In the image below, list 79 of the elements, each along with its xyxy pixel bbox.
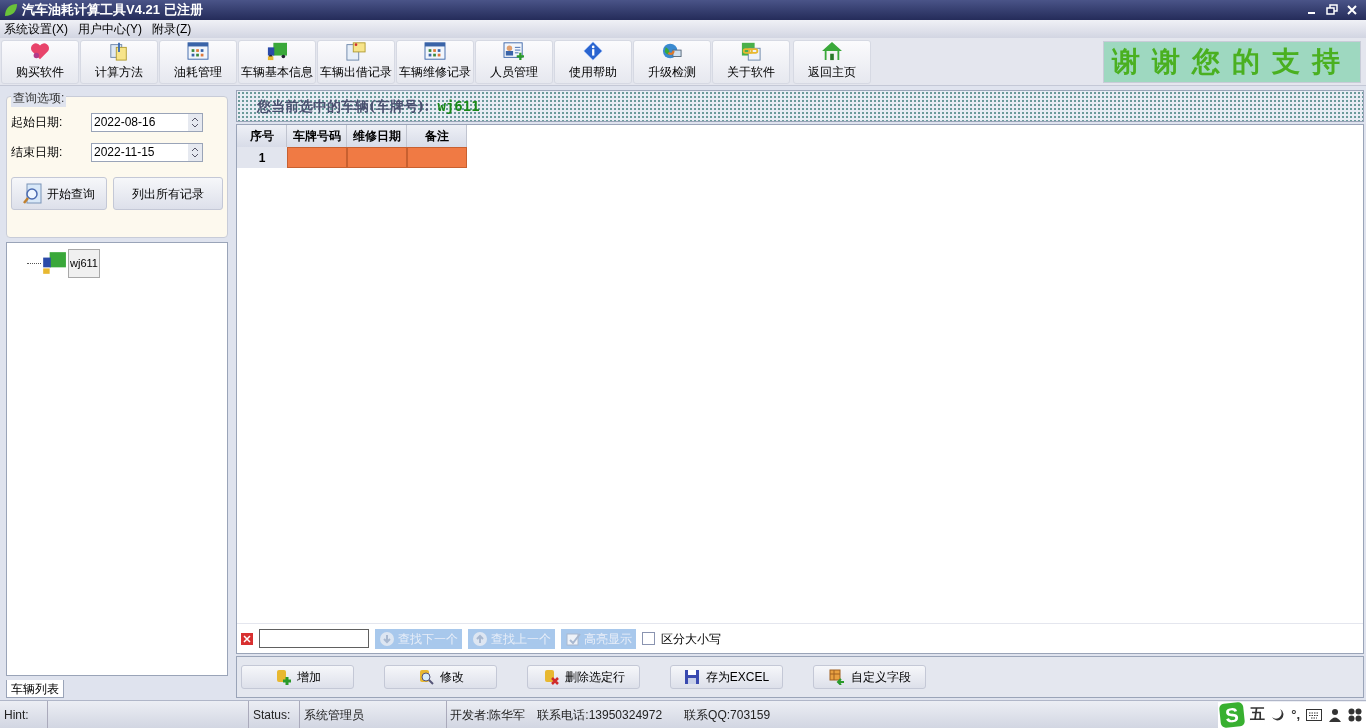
info-icon <box>581 40 605 61</box>
contact-card-icon <box>502 40 526 61</box>
query-legend: 查询选项: <box>11 89 67 107</box>
qq-text: 联系QQ:703159 <box>684 706 771 724</box>
status-label: Status: <box>248 701 300 728</box>
ime-mode[interactable]: 五 <box>1250 703 1266 726</box>
window-grid-icon <box>186 40 210 61</box>
column-header[interactable]: 维修日期 <box>347 125 407 147</box>
start-date-label: 起始日期: <box>11 114 64 131</box>
toolbar-button[interactable]: 车辆基本信息 <box>238 39 316 84</box>
list-all-button[interactable]: 列出所有记录 <box>112 177 223 210</box>
menu-item[interactable]: 附录(Z) <box>152 20 192 38</box>
column-header[interactable]: 序号 <box>237 125 287 147</box>
toolbar-button[interactable]: 关于软件 <box>712 39 790 84</box>
find-input-field[interactable] <box>259 629 369 648</box>
start-query-button[interactable]: 开始查询 <box>11 177 107 210</box>
arrow-up-icon <box>472 630 488 647</box>
user-icon[interactable] <box>1328 707 1342 722</box>
search-icon <box>22 182 43 205</box>
truck-icon <box>41 250 67 277</box>
toolbar-button[interactable]: 车辆维修记录 <box>396 39 474 84</box>
note-icon <box>344 40 368 61</box>
apps-grid-icon[interactable] <box>1348 707 1362 722</box>
phone-text: 联系电话:13950324972 <box>537 706 663 724</box>
home-icon <box>820 40 844 61</box>
window-title: 汽车油耗计算工具V4.21 已注册 <box>22 1 203 20</box>
save-icon <box>683 669 700 685</box>
delete-icon <box>542 669 559 685</box>
menu-item[interactable]: 系统设置(X) <box>4 20 68 38</box>
toolbar-button[interactable]: 返回主页 <box>793 39 871 84</box>
end-date-field[interactable]: 2022-11-15 <box>91 142 203 162</box>
moon-icon[interactable] <box>1271 707 1286 722</box>
highlight-icon <box>565 630 581 647</box>
keyboard-icon[interactable] <box>1306 708 1322 721</box>
case-checkbox-label: 区分大小写 <box>661 630 721 648</box>
spinner-icon[interactable] <box>188 143 202 161</box>
toolbar-button[interactable]: 使用帮助 <box>554 39 632 84</box>
arrow-down-icon <box>379 630 395 647</box>
action-button[interactable]: 修改 <box>384 665 497 689</box>
add-icon <box>274 669 291 685</box>
menu-item[interactable]: 用户中心(Y) <box>78 20 142 38</box>
status-value: 系统管理员 <box>300 701 447 728</box>
action-button[interactable]: 删除选定行 <box>527 665 640 689</box>
action-button[interactable]: 增加 <box>241 665 354 689</box>
spinner-icon[interactable] <box>188 113 202 131</box>
selected-vehicle-label: 您当前选中的车辆(车牌号): <box>257 96 430 116</box>
toolbar-button[interactable]: 油耗管理 <box>159 39 237 84</box>
chain-link-icon <box>739 40 763 61</box>
leaf-icon <box>4 3 18 17</box>
hint-label: Hint: <box>0 701 48 728</box>
selected-vehicle-value: wj611 <box>437 96 480 116</box>
close-icon[interactable] <box>1346 4 1358 16</box>
magnifier-icon <box>417 669 434 685</box>
start-date-field[interactable]: 2022-08-16 <box>91 112 203 132</box>
window-grid-icon <box>423 40 447 61</box>
thank-you-banner: 谢谢您的支持 <box>1103 40 1361 83</box>
table-cell[interactable] <box>407 147 467 168</box>
case-checkbox[interactable] <box>642 632 655 645</box>
tree-item[interactable]: wj611 <box>68 249 100 278</box>
action-button[interactable]: 存为EXCEL <box>670 665 783 689</box>
table-cell[interactable] <box>287 147 347 168</box>
toolbar-button[interactable]: 车辆出借记录 <box>317 39 395 84</box>
end-date-label: 结束日期: <box>11 144 64 161</box>
truck-icon <box>265 40 289 61</box>
vehicle-list-tab[interactable]: 车辆列表 <box>6 680 64 698</box>
heart-icon <box>28 40 52 61</box>
action-button[interactable]: 自定义字段 <box>813 665 926 689</box>
row-number-cell[interactable]: 1 <box>237 147 287 168</box>
toolbar-button[interactable]: 购买软件 <box>1 39 79 84</box>
column-header[interactable]: 备注 <box>407 125 467 147</box>
columns-icon <box>828 669 845 685</box>
column-header[interactable]: 车牌号码 <box>287 125 347 147</box>
ime-punctuation[interactable]: °, <box>1291 704 1300 725</box>
toolbar-button[interactable]: 升级检测 <box>633 39 711 84</box>
developer-text: 开发者:陈华军 <box>449 706 526 724</box>
toolbar-button[interactable]: 计算方法 <box>80 39 158 84</box>
table-cell[interactable] <box>347 147 407 168</box>
toolbar-button[interactable]: 人员管理 <box>475 39 553 84</box>
restore-icon[interactable] <box>1326 4 1338 16</box>
